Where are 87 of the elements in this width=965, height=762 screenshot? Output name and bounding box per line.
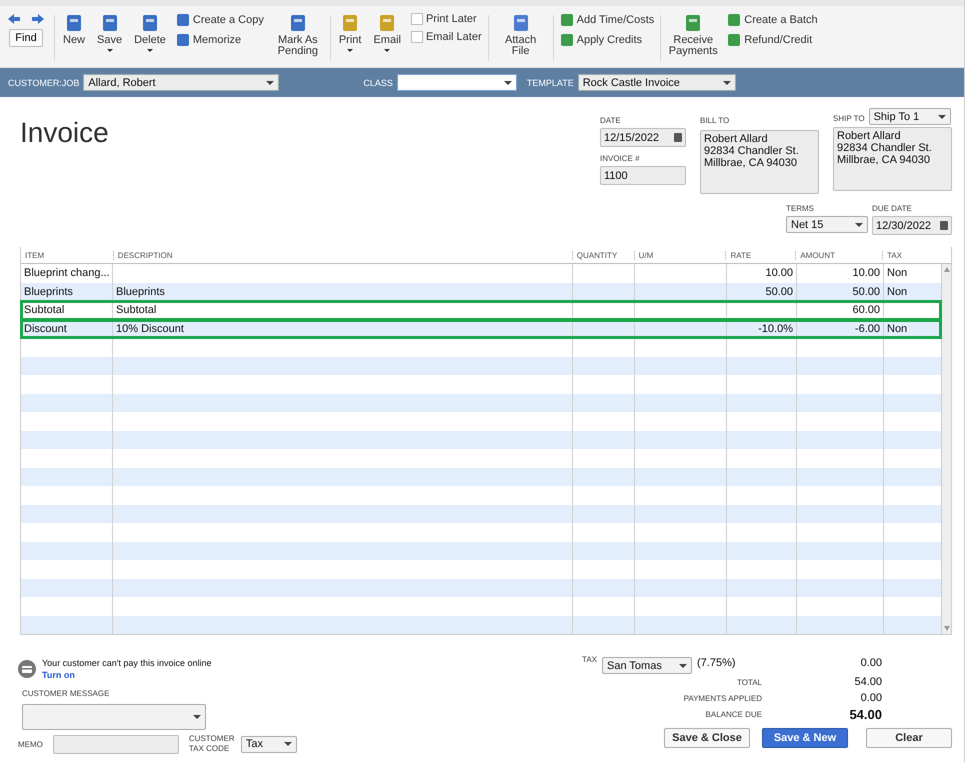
field-label: BALANCE DUE bbox=[706, 710, 762, 718]
primary-button[interactable]: Save & New bbox=[762, 728, 848, 748]
terms-dropdown[interactable]: Net 15 bbox=[786, 216, 868, 233]
checkbox[interactable]: Print Later bbox=[410, 13, 482, 25]
table-cell: -10.0% bbox=[727, 320, 797, 338]
balance-due-amount: 54.00 bbox=[848, 706, 882, 722]
total-amount: 54.00 bbox=[853, 676, 882, 688]
column-header[interactable]: QUANTITY bbox=[572, 250, 634, 260]
customer-message-dropdown[interactable] bbox=[22, 704, 206, 730]
bill-to-address[interactable]: Robert Allard 92834 Chandler St. Millbrae, CA 94030 bbox=[700, 130, 819, 194]
payments-amount: 0.00 bbox=[860, 692, 882, 704]
caret-icon bbox=[384, 49, 390, 52]
invoice-number-field[interactable]: 1100 bbox=[600, 166, 686, 185]
toolbar-button[interactable]: Memorize bbox=[176, 33, 264, 47]
field-label: MEMO bbox=[18, 740, 43, 748]
action-button[interactable]: Save & Close bbox=[664, 728, 750, 748]
table-cell-text: Non bbox=[886, 266, 908, 281]
field-label: CUSTOMER:JOB bbox=[8, 78, 80, 88]
action-button[interactable]: Clear bbox=[866, 728, 952, 748]
customer-dropdown[interactable]: Allard, Robert bbox=[83, 74, 280, 91]
field-label: CUSTOMER MESSAGE bbox=[22, 689, 110, 698]
field-label: SHIP TO bbox=[833, 114, 865, 123]
toolbar-button[interactable]: Add Time/Costs bbox=[560, 13, 654, 27]
field-label: DUE DATE bbox=[872, 204, 913, 213]
column-header[interactable]: TAX bbox=[882, 250, 951, 260]
class-dropdown[interactable] bbox=[396, 74, 517, 91]
calendar-icon bbox=[674, 133, 682, 142]
table-cell: Discount bbox=[21, 320, 113, 338]
field-label: TOTAL bbox=[736, 678, 762, 686]
field-label: INVOICE # bbox=[600, 154, 641, 163]
toolbar-button[interactable]: Email bbox=[371, 13, 403, 52]
column-header[interactable]: DESCRIPTION bbox=[112, 250, 572, 260]
column-header[interactable]: AMOUNT bbox=[795, 250, 882, 260]
table-cell: 10% Discount bbox=[113, 320, 573, 338]
credit-card-icon bbox=[18, 660, 36, 678]
field-label: TERMS bbox=[786, 204, 815, 213]
ship-to-address[interactable]: Robert Allard 92834 Chandler St. Millbrae, CA 94030 bbox=[833, 127, 952, 191]
tax-code-dropdown[interactable]: Tax bbox=[240, 736, 297, 752]
tax-item-dropdown[interactable]: San Tomas bbox=[602, 657, 692, 674]
scrollbar[interactable] bbox=[941, 264, 951, 634]
toolbar-button[interactable]: Attach File bbox=[494, 13, 547, 57]
template-dropdown[interactable]: Rock Castle Invoice bbox=[578, 74, 736, 91]
toolbar-button[interactable]: Mark As Pending bbox=[272, 13, 324, 57]
toolbar-button[interactable]: Receive Payments bbox=[667, 13, 720, 57]
field-label: TAX bbox=[582, 655, 597, 664]
toolbar-button[interactable]: Apply Credits bbox=[560, 33, 654, 47]
tax-amount: 0.00 bbox=[860, 657, 882, 669]
toolbar-icon bbox=[727, 13, 742, 27]
checkbox[interactable]: Email Later bbox=[410, 31, 482, 43]
column-header[interactable]: RATE bbox=[725, 250, 796, 260]
toolbar-icon bbox=[176, 33, 190, 47]
caret-icon bbox=[347, 49, 354, 52]
table-cell: -6.00 bbox=[797, 320, 884, 338]
caret-icon bbox=[146, 49, 153, 52]
toolbar-icon bbox=[176, 13, 190, 27]
toolbar-button[interactable]: New bbox=[61, 13, 88, 46]
ship-to-dropdown[interactable]: Ship To 1 bbox=[868, 108, 951, 125]
field-label: CLASS bbox=[363, 78, 393, 88]
table-cell-text: Non bbox=[886, 284, 908, 300]
toolbar-icon bbox=[560, 33, 574, 47]
toolbar-button[interactable]: Delete bbox=[132, 13, 168, 52]
toolbar-button[interactable]: Print bbox=[336, 13, 364, 52]
due-date-field[interactable]: 12/30/2022 bbox=[872, 216, 952, 235]
column-header[interactable]: U/M bbox=[634, 250, 726, 260]
back-forward-arrows-icon[interactable] bbox=[7, 13, 45, 25]
toolbar-button[interactable]: Create a Copy bbox=[176, 13, 264, 27]
field-label: PAYMENTS APPLIED bbox=[684, 694, 762, 702]
field-label: BILL TO bbox=[700, 116, 730, 125]
toolbar-icon bbox=[64, 13, 84, 33]
memo-field[interactable] bbox=[52, 734, 179, 754]
toolbar-button[interactable]: Refund/Credit bbox=[727, 33, 818, 47]
column-header[interactable]: ITEM bbox=[21, 250, 113, 260]
field-label: DATE bbox=[600, 116, 622, 125]
field-label: TEMPLATE bbox=[526, 78, 574, 88]
toolbar-button[interactable]: Save bbox=[95, 13, 124, 52]
caret-icon bbox=[106, 49, 113, 52]
toolbar-icon bbox=[560, 13, 574, 27]
calendar-icon bbox=[940, 221, 948, 230]
toolbar-button[interactable]: Create a Batch bbox=[727, 13, 818, 27]
turn-on-link[interactable]: Turn on bbox=[42, 669, 212, 681]
online-payment-notice: Your customer can't pay this invoice online bbox=[42, 657, 212, 669]
find-button[interactable]: Find bbox=[9, 29, 43, 47]
form-title: Invoice bbox=[20, 117, 109, 150]
toolbar-icon bbox=[727, 33, 742, 47]
table-cell-text: Non bbox=[886, 322, 908, 336]
tax-rate: (7.75%) bbox=[697, 657, 737, 669]
date-field[interactable]: 12/15/2022 bbox=[600, 128, 686, 147]
